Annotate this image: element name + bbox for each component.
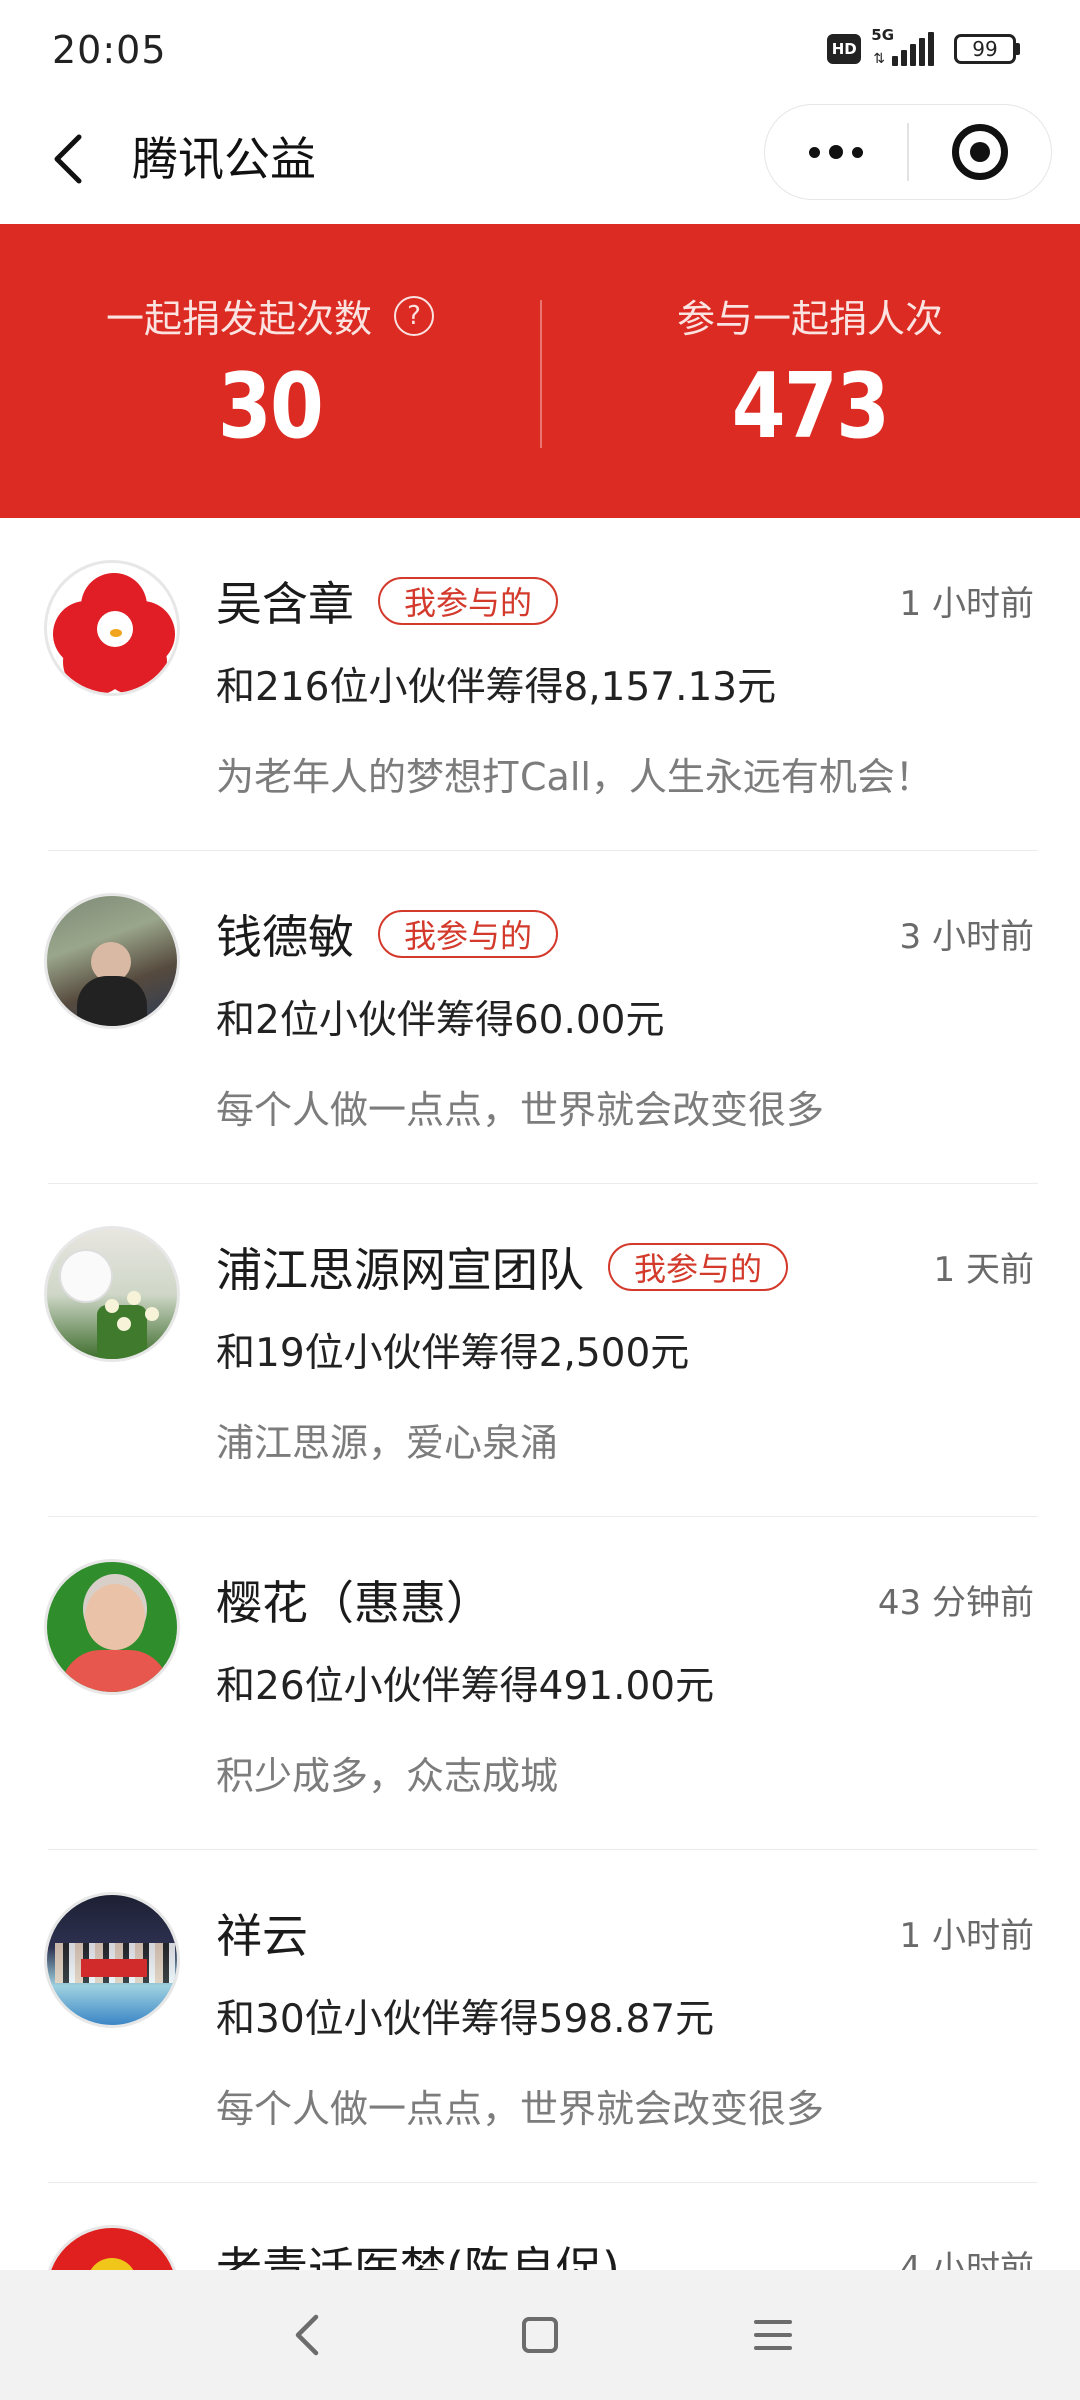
participated-badge: 我参与的 bbox=[378, 910, 559, 958]
more-button[interactable] bbox=[765, 105, 907, 199]
back-button[interactable] bbox=[40, 124, 96, 194]
stat-participants-value: 473 bbox=[731, 354, 890, 459]
participated-badge: 我参与的 bbox=[378, 577, 559, 625]
menu-icon bbox=[754, 2320, 793, 2350]
item-time: 1 天前 bbox=[933, 1250, 1034, 1290]
status-time: 20:05 bbox=[52, 28, 167, 72]
nav-bar: 腾讯公益 bbox=[0, 100, 1080, 224]
list-item[interactable]: 樱花（惠惠） 43 分钟前 和26位小伙伴筹得491.00元 积少成多，众志成城 bbox=[0, 1517, 1080, 1850]
more-dots-icon bbox=[809, 146, 821, 158]
raised-summary: 和30位小伙伴筹得598.87元 bbox=[216, 1997, 715, 2042]
system-nav-bar bbox=[0, 2270, 1080, 2400]
list-item[interactable]: 祥云 1 小时前 和30位小伙伴筹得598.87元 每个人做一点点，世界就会改变… bbox=[0, 1850, 1080, 2183]
back-triangle-icon bbox=[295, 2314, 318, 2356]
item-slogan: 浦江思源，爱心泉涌 bbox=[216, 1421, 559, 1465]
participated-badge: 我参与的 bbox=[608, 1243, 789, 1291]
initiator-name: 钱德敏 bbox=[216, 910, 354, 964]
initiator-name: 浦江思源网宣团队 bbox=[216, 1243, 584, 1297]
stat-initiated-label: 一起捐发起次数 bbox=[105, 297, 372, 341]
item-slogan: 积少成多，众志成城 bbox=[216, 1754, 559, 1798]
network-type: 5G bbox=[871, 26, 895, 44]
raised-summary: 和26位小伙伴筹得491.00元 bbox=[216, 1664, 715, 1709]
close-miniprogram-button[interactable] bbox=[909, 105, 1051, 199]
raised-summary: 和2位小伙伴筹得60.00元 bbox=[216, 998, 665, 1043]
chevron-left-icon bbox=[54, 134, 82, 184]
raised-summary: 和216位小伙伴筹得8,157.13元 bbox=[216, 665, 777, 710]
data-arrows-icon: ⇅ bbox=[873, 51, 885, 67]
avatar bbox=[44, 1892, 180, 2028]
hd-icon: HD bbox=[827, 34, 862, 64]
stat-initiated: 一起捐发起次数 ? 30 bbox=[0, 224, 540, 518]
item-time: 1 小时前 bbox=[899, 584, 1034, 624]
raised-summary: 和19位小伙伴筹得2,500元 bbox=[216, 1331, 690, 1376]
initiator-name: 祥云 bbox=[216, 1909, 308, 1963]
donation-list: 吴含章 我参与的 1 小时前 和216位小伙伴筹得8,157.13元 为老年人的… bbox=[0, 518, 1080, 2363]
battery-icon: 99 bbox=[954, 34, 1020, 64]
item-slogan: 每个人做一点点，世界就会改变很多 bbox=[216, 1088, 825, 1132]
stat-participants: 参与一起捐人次 473 bbox=[540, 224, 1080, 518]
home-square-icon bbox=[521, 2317, 558, 2353]
miniprogram-capsule bbox=[764, 104, 1052, 200]
battery-level: 99 bbox=[954, 34, 1016, 64]
initiator-name: 吴含章 bbox=[216, 577, 354, 631]
initiator-name: 樱花（惠惠） bbox=[216, 1576, 492, 1630]
item-time: 1 小时前 bbox=[899, 1916, 1034, 1956]
signal-icon: 5G ⇅ bbox=[871, 26, 934, 67]
item-slogan: 为老年人的梦想打Call，人生永远有机会！ bbox=[216, 755, 933, 799]
system-home-button[interactable] bbox=[495, 2290, 585, 2380]
avatar bbox=[44, 560, 180, 696]
list-item[interactable]: 浦江思源网宣团队 我参与的 1 天前 和19位小伙伴筹得2,500元 浦江思源，… bbox=[0, 1184, 1080, 1517]
help-icon[interactable]: ? bbox=[394, 295, 434, 336]
list-item[interactable]: 钱德敏 我参与的 3 小时前 和2位小伙伴筹得60.00元 每个人做一点点，世界… bbox=[0, 851, 1080, 1184]
avatar bbox=[44, 1559, 180, 1695]
stat-initiated-value: 30 bbox=[217, 354, 324, 459]
system-back-button[interactable] bbox=[262, 2290, 352, 2380]
status-bar: 20:05 HD 5G ⇅ 99 bbox=[0, 0, 1080, 100]
status-icons: HD 5G ⇅ 99 bbox=[827, 26, 1020, 67]
item-time: 3 小时前 bbox=[899, 917, 1034, 957]
stats-banner: 一起捐发起次数 ? 30 参与一起捐人次 473 bbox=[0, 224, 1080, 518]
list-item[interactable]: 吴含章 我参与的 1 小时前 和216位小伙伴筹得8,157.13元 为老年人的… bbox=[0, 518, 1080, 851]
page-title: 腾讯公益 bbox=[132, 132, 316, 186]
item-time: 43 分钟前 bbox=[877, 1583, 1034, 1623]
avatar bbox=[44, 893, 180, 1029]
item-slogan: 每个人做一点点，世界就会改变很多 bbox=[216, 2087, 825, 2131]
target-icon bbox=[951, 124, 1008, 180]
stat-participants-label: 参与一起捐人次 bbox=[676, 297, 943, 341]
system-recents-button[interactable] bbox=[728, 2290, 818, 2380]
avatar bbox=[44, 1226, 180, 1362]
